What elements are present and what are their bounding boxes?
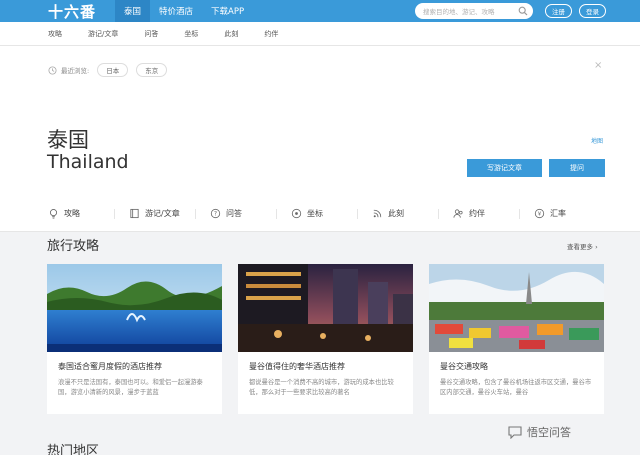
people-icon <box>453 209 463 218</box>
ask-question-button[interactable]: 提问 <box>549 159 605 177</box>
subnav-coordinates[interactable]: 坐标 <box>184 29 198 39</box>
subnav-guides[interactable]: 攻略 <box>48 29 62 39</box>
tab-companions[interactable]: 约伴 <box>453 208 534 219</box>
search-box[interactable]: 搜索目的地、游记、攻略 <box>415 3 533 19</box>
tab-divider <box>438 209 439 219</box>
exchange-icon: ¥ <box>534 208 545 219</box>
recent-chip-japan[interactable]: 日本 <box>97 63 129 77</box>
destination-title-cn: 泰国 <box>47 128 89 152</box>
signal-icon <box>373 209 382 218</box>
nav-hotel-deals[interactable]: 特价酒店 <box>150 0 202 22</box>
nav-thailand[interactable]: 泰国 <box>115 0 151 22</box>
guides-section-title: 旅行攻略 <box>47 239 100 254</box>
chat-bubble-icon <box>508 426 522 439</box>
login-button[interactable]: 登录 <box>579 4 606 18</box>
guide-card-bangkok-transport[interactable]: 曼谷交通攻略 曼谷交通攻略，包含了曼谷机场往返市区交通，曼谷市区内部交通，曼谷火… <box>429 264 604 414</box>
tab-label: 问答 <box>226 209 242 218</box>
subnav-qa[interactable]: 问答 <box>144 29 158 39</box>
subnav-travelogues[interactable]: 游记/文章 <box>88 29 118 39</box>
guide-card-honeymoon[interactable]: 泰国适合蜜月度假的酒店推荐 浪漫不只是法国有，泰国也可以。和爱侣一起漫游泰国，游… <box>47 264 222 414</box>
write-travelogue-button[interactable]: 写游记文章 <box>467 159 542 177</box>
pool-photo <box>47 264 222 352</box>
destination-title-en: Thailand <box>47 151 129 173</box>
tab-label: 游记/文章 <box>145 209 180 218</box>
watermark-text: 悟空问答 <box>527 426 571 439</box>
location-icon <box>291 208 302 219</box>
tab-coordinates[interactable]: 坐标 <box>291 208 372 219</box>
destination-hero: 最近浏览: 日本 东京 × 泰国 Thailand 地图 写游记文章 提问 攻略… <box>0 46 640 232</box>
map-link[interactable]: 地图 <box>591 136 603 145</box>
tab-label: 约伴 <box>469 209 485 218</box>
watermark: 悟空问答 <box>507 424 571 440</box>
destination-tabs: 攻略 游记/文章 ? 问答 坐标 此刻 约伴 ¥ 汇率 <box>0 196 640 232</box>
recent-label: 最近浏览: <box>61 67 90 75</box>
tab-label: 汇率 <box>550 209 566 218</box>
guide-card-luxury-hotels[interactable]: 曼谷值得住的奢华酒店推荐 都说曼谷是一个消费不高的城市，游玩的成本也比较低，那么… <box>238 264 413 414</box>
tab-label: 坐标 <box>307 209 323 218</box>
close-icon[interactable]: × <box>594 60 602 71</box>
card-description: 都说曼谷是一个消费不高的城市，游玩的成本也比较低，那么对于一些要求比较高的著名 <box>249 379 394 396</box>
bulb-icon <box>49 209 58 219</box>
tab-moments[interactable]: 此刻 <box>372 208 453 219</box>
tab-travelogues[interactable]: 游记/文章 <box>129 208 210 219</box>
tab-divider <box>114 209 115 219</box>
tab-exchange-rate[interactable]: ¥ 汇率 <box>534 208 615 219</box>
clock-icon <box>48 65 57 75</box>
card-title: 曼谷交通攻略 <box>440 362 488 371</box>
search-input[interactable]: 搜索目的地、游记、攻略 <box>423 6 518 16</box>
tab-divider <box>195 209 196 219</box>
sub-nav: 攻略 游记/文章 问答 坐标 此刻 约伴 <box>0 22 640 46</box>
tab-divider <box>276 209 277 219</box>
register-button[interactable]: 注册 <box>545 4 572 18</box>
tab-label: 此刻 <box>388 209 404 218</box>
recent-chip-tokyo[interactable]: 东京 <box>136 63 168 77</box>
tab-divider <box>357 209 358 219</box>
question-icon: ? <box>210 208 221 219</box>
svg-text:?: ? <box>214 211 217 218</box>
top-nav: 泰国 特价酒店 下载APP <box>115 0 253 22</box>
site-logo[interactable]: 十六番 <box>0 1 115 22</box>
subnav-moments[interactable]: 此刻 <box>224 29 238 39</box>
card-description: 浪漫不只是法国有，泰国也可以。和爱侣一起漫游泰国，游览小清新的风景，漫步于蓝蓝 <box>58 379 203 396</box>
card-title: 曼谷值得住的奢华酒店推荐 <box>249 362 345 371</box>
tab-qa[interactable]: ? 问答 <box>210 208 291 219</box>
search-icon[interactable] <box>518 6 528 16</box>
recent-browsing: 最近浏览: 日本 东京 <box>48 63 168 77</box>
top-bar: 十六番 泰国 特价酒店 下载APP 搜索目的地、游记、攻略 注册 登录 <box>0 0 640 22</box>
svg-text:¥: ¥ <box>538 212 542 218</box>
tab-divider <box>519 209 520 219</box>
tab-guides[interactable]: 攻略 <box>48 208 129 219</box>
hot-areas-title: 热门地区 <box>47 444 100 455</box>
subnav-companions[interactable]: 约伴 <box>264 29 278 39</box>
nav-download-app[interactable]: 下载APP <box>202 0 253 22</box>
card-description: 曼谷交通攻略，包含了曼谷机场往返市区交通，曼谷市区内部交通，曼谷火车站，曼谷 <box>440 379 592 396</box>
view-more-link[interactable]: 查看更多 › <box>567 241 598 251</box>
card-title: 泰国适合蜜月度假的酒店推荐 <box>58 362 162 371</box>
bangkok-street-photo <box>429 264 604 352</box>
book-icon <box>130 208 139 219</box>
tab-label: 攻略 <box>64 209 80 218</box>
hotel-night-photo <box>238 264 413 352</box>
